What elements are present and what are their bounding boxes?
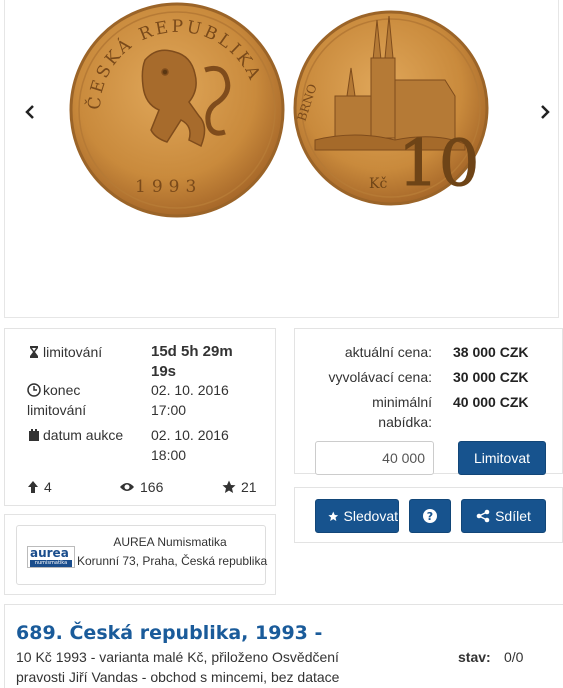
share-icon: [476, 509, 490, 523]
end-time: 17:00: [151, 402, 187, 418]
coin-obverse: ČESKÁ REPUBLIKA 1993: [69, 2, 285, 218]
limit-label: limitování: [43, 344, 103, 360]
gallery-next-arrow-icon[interactable]: [535, 100, 555, 124]
seller-card[interactable]: aurea numismatika AUREA Numismatika Koru…: [16, 525, 268, 585]
lot-state-value: 0/0: [504, 649, 524, 665]
lot-panel: 689. Česká republika, 1993 - 10 Kč 1993 …: [4, 604, 563, 688]
min-bid-label-line2: nabídka:: [378, 414, 432, 430]
share-button[interactable]: Sdílet: [461, 499, 546, 533]
lot-title[interactable]: 689. Česká republika, 1993 -: [16, 621, 322, 645]
arrow-up-icon: [28, 481, 38, 493]
coin-reverse: BRNO 10 Kč: [293, 10, 489, 206]
question-circle-icon: ?: [423, 509, 437, 523]
lot-description-line2: pravosti Jiří Vandas - obchod s mincemi,…: [16, 669, 340, 685]
eye-icon: [120, 483, 134, 491]
current-price-value: 38 000 CZK: [453, 344, 529, 360]
logo-subtext: numismatika: [30, 560, 72, 567]
logo-text: aurea: [30, 546, 69, 560]
seller-panel: aurea numismatika AUREA Numismatika Koru…: [4, 514, 276, 595]
end-label-line1: konec: [43, 382, 81, 398]
hourglass-icon: [30, 346, 38, 358]
start-price-label: vyvolávací cena:: [328, 369, 433, 385]
price-panel: aktuální cena: 38 000 CZK vyvolávací cen…: [294, 328, 563, 475]
star-icon: [222, 480, 236, 493]
svg-text:?: ?: [427, 510, 433, 523]
coin-images: ČESKÁ REPUBLIKA 1993 BRNO 10 Kč: [69, 2, 489, 218]
bids-count-stat: 4: [27, 477, 52, 497]
auction-label: datum aukce: [43, 427, 124, 443]
share-button-label: Sdílet: [495, 508, 531, 524]
min-bid-label-line1: minimální: [372, 394, 432, 410]
follow-button[interactable]: Sledovat: [315, 499, 399, 533]
seller-name: AUREA Numismatika: [113, 535, 227, 549]
lot-description: 10 Kč 1993 - varianta malé Kč, přiloženo…: [16, 647, 366, 687]
actions-panel: Sledovat ? Sdílet: [294, 487, 563, 543]
svg-text:1993: 1993: [135, 177, 202, 197]
auction-date: 02. 10. 2016: [151, 427, 229, 443]
current-price-label: aktuální cena:: [344, 344, 432, 360]
limit-value-line1: 15d 5h 29m: [151, 343, 233, 360]
timing-panel: limitování 15d 5h 29m 19s konec limitová…: [4, 328, 276, 506]
bids-count: 4: [44, 479, 52, 495]
star-icon: [328, 511, 339, 521]
seller-logo: aurea numismatika: [27, 546, 75, 568]
lot-state-label: stav:: [458, 649, 491, 665]
views-count: 166: [140, 479, 164, 495]
coin-gallery: ČESKÁ REPUBLIKA 1993 BRNO 10 Kč: [4, 0, 559, 318]
end-label-line2: limitování: [27, 402, 87, 418]
svg-text:10: 10: [398, 127, 479, 201]
clock-icon: [27, 383, 41, 397]
end-date: 02. 10. 2016: [151, 382, 229, 398]
watch-count: 21: [241, 479, 257, 495]
svg-text:Kč: Kč: [369, 176, 387, 192]
seller-address: Korunní 73, Praha, Česká republika: [77, 554, 268, 568]
views-count-stat: 166: [119, 477, 163, 497]
limit-button[interactable]: Limitovat: [458, 441, 546, 475]
help-button[interactable]: ?: [409, 499, 451, 533]
lot-description-line1: 10 Kč 1993 - varianta malé Kč, přiloženo…: [16, 649, 339, 665]
auction-time: 18:00: [151, 447, 187, 463]
watch-count-stat: 21: [222, 477, 257, 497]
limit-value-line2: 19s: [151, 363, 177, 380]
start-price-value: 30 000 CZK: [453, 369, 529, 385]
bid-amount-input[interactable]: [315, 441, 434, 475]
min-bid-value: 40 000 CZK: [453, 394, 529, 410]
gallery-prev-arrow-icon[interactable]: [20, 100, 40, 124]
calendar-icon: [29, 429, 39, 441]
follow-button-label: Sledovat: [343, 508, 398, 524]
